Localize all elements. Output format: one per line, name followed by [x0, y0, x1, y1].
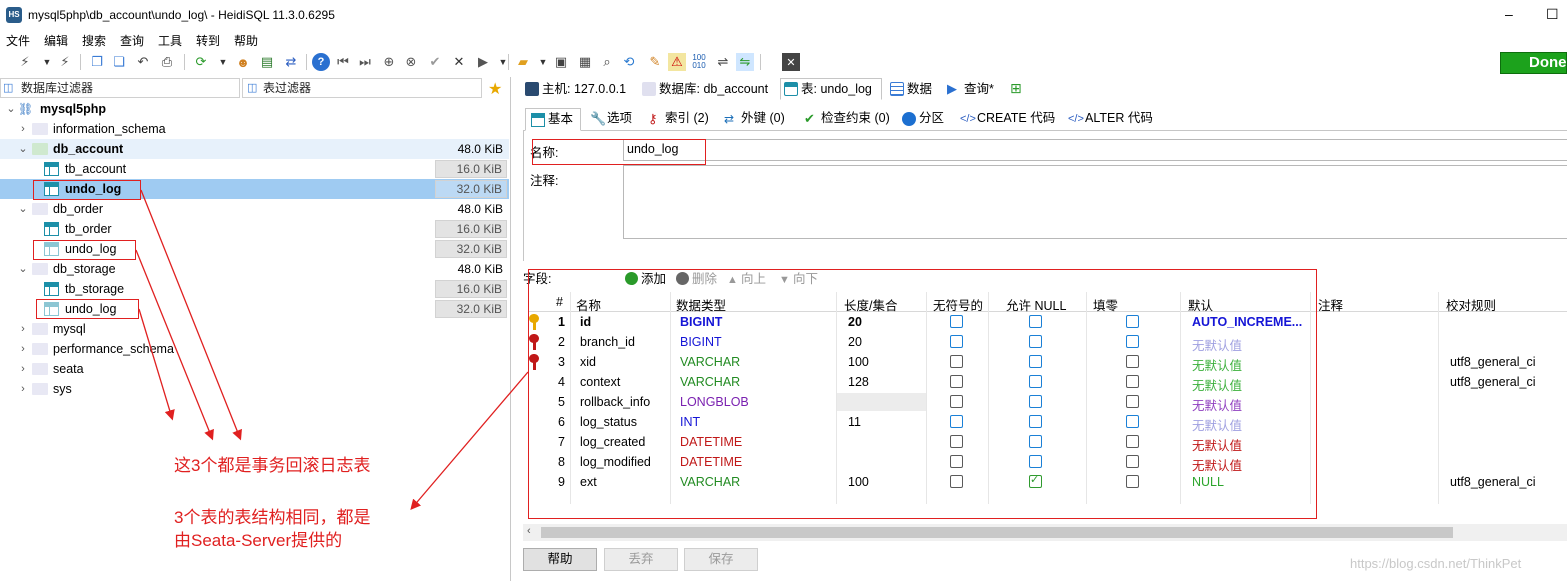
tab-label: 基本 [548, 112, 574, 126]
tab-label: 索引 (2) [665, 111, 709, 125]
tab-create-code[interactable]: </> CREATE 代码 [955, 108, 1059, 131]
comment-label: 注释: [530, 174, 559, 188]
scroll-thumb[interactable] [541, 527, 1453, 538]
database-icon [642, 82, 656, 96]
table-icon [784, 82, 798, 96]
tab-data[interactable]: 数据 [886, 78, 938, 100]
annotation-box [532, 139, 706, 165]
tab-indexes[interactable]: ⚷ 索引 (2) [643, 108, 715, 131]
annotation-box [528, 269, 1317, 519]
host-icon [525, 82, 539, 96]
foreign-key-icon: ⇄ [724, 112, 735, 126]
grid-icon [890, 82, 904, 96]
tab-database[interactable]: 数据库: db_account [638, 78, 774, 100]
tab-alter-code[interactable]: </> ALTER 代码 [1063, 108, 1159, 131]
tab-host[interactable]: 主机: 127.0.0.1 [521, 78, 632, 100]
watermark: https://blog.csdn.net/ThinkPet [1350, 556, 1522, 571]
tab-label: 主机: 127.0.0.1 [542, 82, 627, 96]
table-comment-field[interactable] [623, 165, 1567, 239]
discard-button[interactable]: 丢弃 [604, 548, 678, 571]
tab-label: 外键 (0) [741, 111, 785, 125]
table-name-field[interactable]: undo_log [623, 139, 1567, 161]
object-tabs: 主机: 127.0.0.1 数据库: db_account 表: undo_lo… [517, 77, 1567, 101]
tab-foreign-keys[interactable]: ⇄ 外键 (0) [719, 108, 793, 131]
tab-query[interactable]: ▶ 查询* [943, 78, 1001, 100]
scroll-left-icon[interactable]: ‹ [527, 525, 531, 537]
play-icon: ▶ [947, 81, 957, 96]
tab-label: 表: undo_log [801, 82, 872, 96]
code-icon: </> [1068, 113, 1084, 125]
field-collation[interactable]: utf8_general_ci [1450, 355, 1535, 369]
code-icon: </> [960, 113, 976, 125]
horizontal-scrollbar[interactable]: ‹ [523, 524, 1567, 541]
tab-label: 查询* [964, 82, 994, 96]
tab-label: ALTER 代码 [1085, 111, 1153, 125]
tab-label: CREATE 代码 [977, 111, 1056, 125]
partition-icon [902, 112, 916, 126]
tab-label: 检查约束 (0) [821, 111, 890, 125]
new-query-tab-icon[interactable]: ⊞ [1010, 80, 1022, 97]
help-button[interactable]: 帮助 [523, 548, 597, 571]
tab-partitions[interactable]: 分区 [897, 108, 951, 131]
tab-label: 数据库: db_account [659, 82, 769, 96]
field-collation[interactable]: utf8_general_ci [1450, 375, 1535, 389]
field-collation[interactable]: utf8_general_ci [1450, 475, 1535, 489]
wrench-icon: 🔧 [590, 111, 607, 126]
tab-check-constraints[interactable]: ✔ 检查约束 (0) [799, 108, 893, 131]
tab-table[interactable]: 表: undo_log [780, 78, 882, 100]
key-icon: ⚷ [648, 111, 658, 126]
check-icon: ✔ [804, 111, 815, 126]
tab-options[interactable]: 🔧 选项 [585, 108, 641, 131]
table-icon [531, 113, 545, 127]
tab-label: 选项 [607, 111, 633, 125]
tab-label: 分区 [919, 111, 945, 125]
table-editor-tabs: 基本 🔧 选项 ⚷ 索引 (2) ⇄ 外键 (0) ✔ 检查约束 (0) 分区 … [523, 107, 1567, 131]
tab-basic[interactable]: 基本 [525, 108, 581, 131]
save-button[interactable]: 保存 [684, 548, 758, 571]
tab-label: 数据 [907, 82, 933, 96]
